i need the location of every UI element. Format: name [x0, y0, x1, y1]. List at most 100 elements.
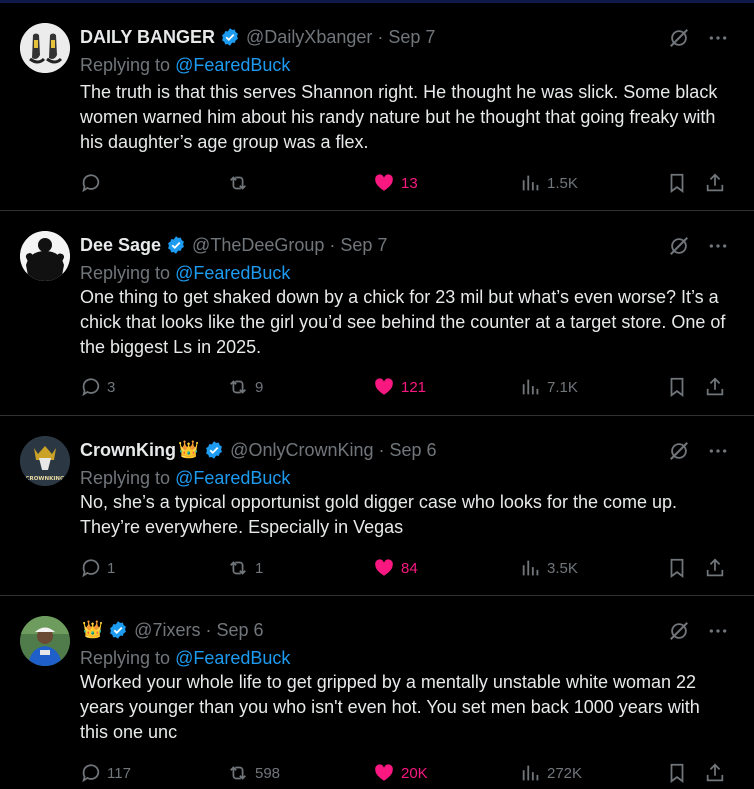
- bookmark-button[interactable]: [666, 374, 688, 400]
- reply-button[interactable]: 1: [80, 555, 115, 581]
- separator: ·: [205, 619, 212, 640]
- more-options-icon[interactable]: [708, 28, 728, 53]
- replying-to-link[interactable]: @FearedBuck: [175, 468, 290, 488]
- replying-to: Replying to @FearedBuck: [80, 468, 290, 489]
- share-button[interactable]: [704, 374, 726, 400]
- bookmark-button[interactable]: [666, 170, 688, 196]
- replying-to-label: Replying to: [80, 468, 171, 488]
- view-count: 272K: [547, 764, 583, 782]
- handle[interactable]: @DailyXbanger: [246, 27, 372, 48]
- crown-emoji: 👑: [178, 440, 200, 459]
- reply-card[interactable]: 👑 @7ixers · Sep 6 Replying to @FearedBuc…: [0, 596, 754, 789]
- bookmark-button[interactable]: [666, 555, 688, 581]
- reply-button[interactable]: [80, 170, 107, 196]
- like-button[interactable]: 20K: [372, 760, 428, 786]
- verified-badge-icon: [108, 620, 128, 640]
- reply-text: No, she’s a typical opportunist gold dig…: [80, 492, 678, 537]
- bookmark-icon: [670, 558, 684, 578]
- more-options-icon[interactable]: [708, 621, 728, 646]
- timestamp[interactable]: Sep 7: [340, 235, 387, 256]
- comment-icon: [82, 764, 100, 783]
- display-name[interactable]: DAILY BANGER: [80, 27, 215, 48]
- bookmark-button[interactable]: [666, 760, 688, 786]
- avatar[interactable]: [20, 23, 70, 73]
- analytics-icon: [522, 379, 539, 395]
- like-button[interactable]: 13: [372, 170, 418, 196]
- grok-icon[interactable]: [668, 440, 690, 467]
- reply-card[interactable]: CROWNKING CrownKing 👑 @OnlyCrownKing · S…: [0, 416, 754, 596]
- like-count: 13: [401, 174, 418, 192]
- view-count: 1.5K: [547, 174, 578, 192]
- display-name[interactable]: Dee Sage: [80, 235, 161, 256]
- repost-count: 598: [255, 764, 281, 782]
- share-icon: [706, 763, 724, 782]
- grok-icon[interactable]: [668, 235, 690, 262]
- replying-to: Replying to @FearedBuck: [80, 263, 290, 284]
- reply-count: 3: [107, 378, 116, 396]
- reply-count: 117: [107, 764, 131, 782]
- reply-text: Worked your whole life to get gripped by…: [80, 672, 700, 742]
- views-button[interactable]: 1.5K: [520, 170, 578, 196]
- action-bar: 13 1.5K: [80, 170, 734, 196]
- bookmark-icon: [670, 377, 684, 397]
- like-count: 20K: [401, 764, 428, 782]
- timestamp[interactable]: Sep 7: [388, 27, 435, 48]
- share-icon: [706, 558, 724, 577]
- like-count: 84: [401, 559, 418, 577]
- comment-icon: [82, 378, 100, 397]
- avatar[interactable]: [20, 616, 70, 666]
- reply-card[interactable]: DAILY BANGER @DailyXbanger · Sep 7 Reply…: [0, 3, 754, 211]
- share-button[interactable]: [704, 555, 726, 581]
- handle[interactable]: @OnlyCrownKing: [230, 440, 373, 461]
- separator: ·: [377, 26, 384, 47]
- timestamp[interactable]: Sep 6: [216, 620, 263, 641]
- reply-card[interactable]: Dee Sage @TheDeeGroup · Sep 7 Replying t…: [0, 211, 754, 416]
- repost-button[interactable]: 598: [226, 760, 280, 786]
- action-bar: 3 9 121 7.1K: [80, 374, 734, 400]
- repost-icon: [230, 176, 246, 190]
- repost-icon: [230, 380, 246, 394]
- heart-icon: [375, 378, 393, 395]
- reply-button[interactable]: 3: [80, 374, 115, 400]
- share-button[interactable]: [704, 170, 726, 196]
- bookmark-icon: [670, 173, 684, 193]
- more-options-icon[interactable]: [708, 441, 728, 466]
- avatar[interactable]: [20, 231, 70, 281]
- timestamp[interactable]: Sep 6: [390, 440, 437, 461]
- repost-count: 9: [255, 378, 264, 396]
- grok-icon[interactable]: [668, 27, 690, 54]
- share-icon: [706, 173, 724, 192]
- repost-button[interactable]: 1: [226, 555, 263, 581]
- views-button[interactable]: 3.5K: [520, 555, 578, 581]
- reply-button[interactable]: 117: [80, 760, 131, 786]
- repost-icon: [230, 561, 246, 575]
- share-button[interactable]: [704, 760, 726, 786]
- verified-badge-icon: [166, 235, 186, 255]
- repost-button[interactable]: 9: [226, 374, 263, 400]
- repost-button[interactable]: [226, 170, 255, 196]
- display-name[interactable]: CrownKing: [80, 440, 176, 461]
- handle[interactable]: @TheDeeGroup: [192, 235, 324, 256]
- like-button[interactable]: 84: [372, 555, 418, 581]
- heart-icon: [375, 764, 393, 781]
- like-button[interactable]: 121: [372, 374, 426, 400]
- replying-to-link[interactable]: @FearedBuck: [175, 648, 290, 668]
- replying-to-link[interactable]: @FearedBuck: [175, 55, 290, 75]
- handle[interactable]: @7ixers: [134, 620, 200, 641]
- views-button[interactable]: 272K: [520, 760, 582, 786]
- reply-text: One thing to get shaked down by a chick …: [80, 287, 726, 357]
- separator: ·: [329, 234, 336, 255]
- more-options-icon[interactable]: [708, 236, 728, 261]
- heart-icon: [375, 174, 393, 191]
- grok-icon[interactable]: [668, 620, 690, 647]
- analytics-icon: [522, 560, 539, 576]
- like-count: 121: [401, 378, 427, 396]
- replying-to-link[interactable]: @FearedBuck: [175, 263, 290, 283]
- avatar[interactable]: CROWNKING: [20, 436, 70, 486]
- views-button[interactable]: 7.1K: [520, 374, 578, 400]
- avatar-caption: CROWNKING: [25, 476, 65, 482]
- action-bar: 117 598 20K 272K: [80, 760, 734, 786]
- replying-to: Replying to @FearedBuck: [80, 55, 290, 76]
- replying-to-label: Replying to: [80, 648, 171, 668]
- analytics-icon: [522, 765, 539, 781]
